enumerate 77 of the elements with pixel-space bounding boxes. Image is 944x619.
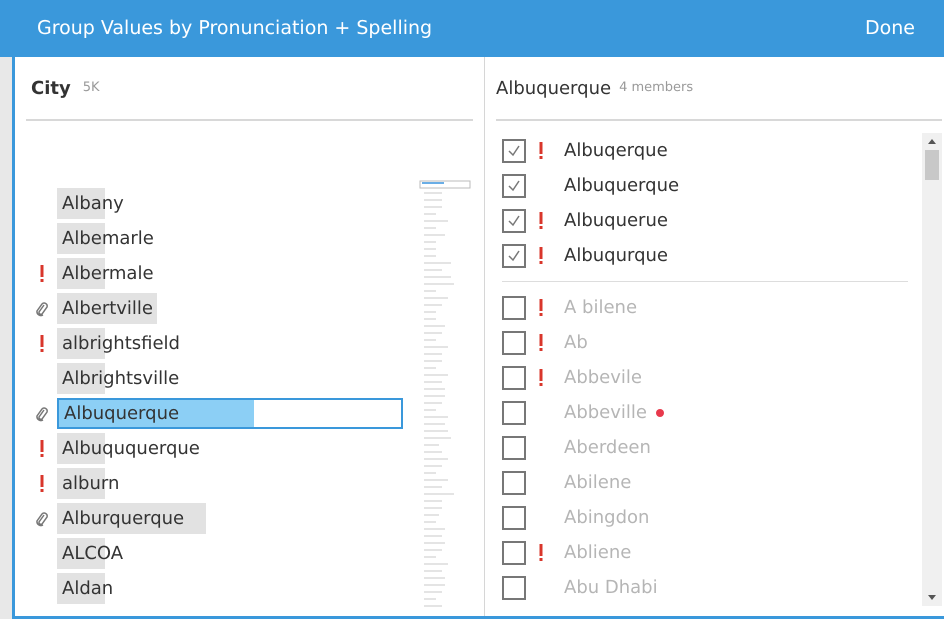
- member-label: Albuqurque: [564, 244, 668, 268]
- checkbox[interactable]: [502, 366, 526, 390]
- scrollbar-thumb[interactable]: [925, 150, 939, 180]
- value-row[interactable]: Albrightsville: [57, 363, 403, 394]
- value-label: Abliene: [564, 541, 632, 565]
- paperclip-icon: [34, 406, 48, 422]
- checkbox[interactable]: [502, 330, 526, 354]
- value-label: Albemarle: [61, 227, 154, 251]
- value-row[interactable]: Alburquerque: [57, 503, 403, 534]
- member-label: Albuqerque: [564, 139, 668, 163]
- checkbox[interactable]: [502, 576, 526, 600]
- checkbox[interactable]: [502, 540, 526, 564]
- group-name: Albuquerque: [496, 76, 612, 100]
- checkbox[interactable]: [502, 208, 526, 232]
- checkbox[interactable]: [502, 138, 526, 162]
- value-row[interactable]: albrightsfield: [57, 328, 403, 359]
- warning-icon: [539, 369, 543, 386]
- check-icon: [507, 214, 521, 228]
- value-label: Albertville: [61, 297, 154, 321]
- member-count: 4 members: [619, 79, 694, 98]
- warning-icon: [40, 335, 44, 352]
- field-name: City: [31, 76, 71, 100]
- value-row[interactable]: Albuquerque: [57, 398, 403, 429]
- paperclip-icon: [34, 510, 48, 526]
- warning-icon: [539, 247, 543, 264]
- dialog-title: Group Values by Pronunciation + Spelling: [37, 16, 432, 42]
- value-label: Albermale: [61, 262, 154, 286]
- field-count: 5K: [82, 79, 100, 98]
- value-row[interactable]: Aldan: [57, 573, 403, 604]
- warning-icon: [40, 440, 44, 457]
- value-row[interactable]: alburn: [57, 468, 403, 499]
- scroll-up-icon[interactable]: [928, 139, 936, 144]
- value-label: Albrightsville: [61, 367, 180, 391]
- check-icon: [507, 248, 521, 262]
- value-row[interactable]: Albany: [57, 188, 403, 219]
- member-label: Albuquerue: [564, 209, 668, 233]
- member-label: Albuquerque: [564, 174, 680, 198]
- checkbox[interactable]: [502, 400, 526, 424]
- warning-icon: [539, 334, 543, 351]
- value-row[interactable]: Albuququerque: [57, 433, 403, 464]
- paperclip-icon: [34, 300, 48, 316]
- checkbox[interactable]: [502, 506, 526, 530]
- warning-icon: [40, 265, 44, 282]
- scroll-down-icon[interactable]: [928, 595, 936, 600]
- value-label: Ab: [564, 331, 588, 355]
- checkbox[interactable]: [502, 174, 526, 198]
- warning-icon: [539, 299, 543, 316]
- value-row[interactable]: Albertville: [57, 293, 403, 324]
- value-label: alburn: [61, 472, 120, 496]
- checkbox[interactable]: [502, 296, 526, 320]
- value-label: Albuququerque: [61, 437, 200, 461]
- scrollbar[interactable]: [922, 133, 942, 606]
- warning-icon: [539, 544, 543, 561]
- value-label: Abbeville: [564, 401, 647, 425]
- checkbox[interactable]: [502, 436, 526, 460]
- value-label: Albuquerque: [63, 402, 180, 426]
- check-icon: [507, 178, 521, 192]
- value-label: Abu Dhabi: [564, 576, 658, 600]
- value-label: Abilene: [564, 471, 632, 495]
- value-row[interactable]: Albermale: [57, 258, 403, 289]
- value-label: Albany: [61, 192, 124, 216]
- value-label: Aberdeen: [564, 436, 651, 460]
- value-label: Abbevile: [564, 366, 642, 390]
- value-label: A bilene: [564, 296, 638, 320]
- value-label: Aldan: [61, 577, 114, 601]
- warning-icon: [40, 475, 44, 492]
- warning-icon: [539, 142, 543, 159]
- checkbox[interactable]: [502, 244, 526, 268]
- check-icon: [507, 144, 521, 158]
- value-label: albrightsfield: [61, 332, 180, 356]
- value-label: ALCOA: [61, 542, 124, 566]
- value-row[interactable]: Albemarle: [57, 223, 403, 254]
- value-row[interactable]: ALCOA: [57, 538, 403, 569]
- checkbox[interactable]: [502, 470, 526, 494]
- value-label: Alburquerque: [61, 507, 184, 531]
- value-label: Abingdon: [564, 506, 650, 530]
- warning-icon: [539, 212, 543, 229]
